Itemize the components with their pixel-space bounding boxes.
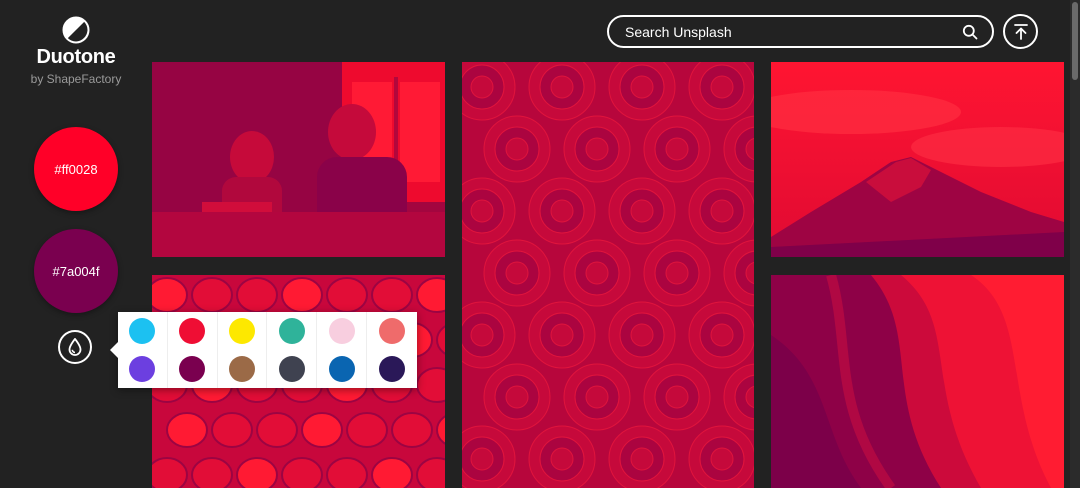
palette-swatch[interactable] [317, 312, 368, 350]
drop-icon [68, 338, 82, 356]
palette-swatch-dot [179, 318, 206, 344]
photo-canyon[interactable] [771, 275, 1064, 488]
scrollbar-thumb[interactable] [1072, 2, 1078, 80]
photo-people-cafe[interactable] [152, 62, 445, 257]
palette-swatch[interactable] [168, 312, 218, 350]
shadow-color-button[interactable]: #7a004f [34, 229, 118, 313]
palette-swatch-dot [179, 356, 206, 382]
search-input[interactable] [625, 23, 962, 40]
highlight-color-button[interactable]: #ff0028 [34, 127, 118, 211]
palette-swatch[interactable] [267, 312, 318, 350]
search-icon[interactable] [962, 24, 978, 40]
palette-swatch-dot [278, 318, 305, 344]
palette-swatch[interactable] [367, 350, 417, 388]
palette-swatch-dot [328, 318, 355, 344]
palette-swatch-dot [278, 356, 305, 382]
palette-swatch[interactable] [118, 312, 168, 350]
palette-swatch[interactable] [168, 350, 218, 388]
brand-subtitle: by ShapeFactory [30, 72, 122, 86]
brand-title: Duotone [36, 46, 116, 68]
palette-swatch[interactable] [317, 350, 368, 388]
half-circle-icon[interactable] [62, 16, 90, 44]
palette-swatch-dot [229, 356, 256, 382]
palette-swatch[interactable] [267, 350, 318, 388]
duotone-app: Duotone by ShapeFactory #ff0028 #7a004f [0, 0, 1080, 488]
photo-succulents[interactable] [462, 62, 754, 488]
shadow-color-label: #7a004f [52, 263, 100, 279]
search-bar[interactable] [607, 15, 994, 48]
palette-swatch-dot [129, 318, 156, 344]
scroll-to-top-button[interactable] [1003, 14, 1038, 49]
palette-swatch[interactable] [218, 350, 268, 388]
palette-swatch[interactable] [367, 312, 417, 350]
palette-swatch[interactable] [218, 312, 268, 350]
palette-swatch[interactable] [118, 350, 168, 388]
sidebar: Duotone by ShapeFactory #ff0028 #7a004f [0, 0, 152, 488]
page-scrollbar[interactable] [1070, 0, 1080, 488]
preset-palette-popover [110, 312, 417, 388]
palette-button[interactable] [58, 330, 92, 364]
palette-swatch-dot [379, 318, 406, 344]
photo-mountain-peak[interactable] [771, 62, 1064, 257]
palette-swatch-dot [129, 356, 156, 382]
highlight-color-label: #ff0028 [54, 161, 98, 177]
palette-swatch-dot [328, 356, 355, 382]
arrow-up-to-line-icon [1013, 23, 1029, 41]
palette-swatch-dot [229, 318, 256, 344]
palette-swatch-dot [379, 356, 406, 382]
